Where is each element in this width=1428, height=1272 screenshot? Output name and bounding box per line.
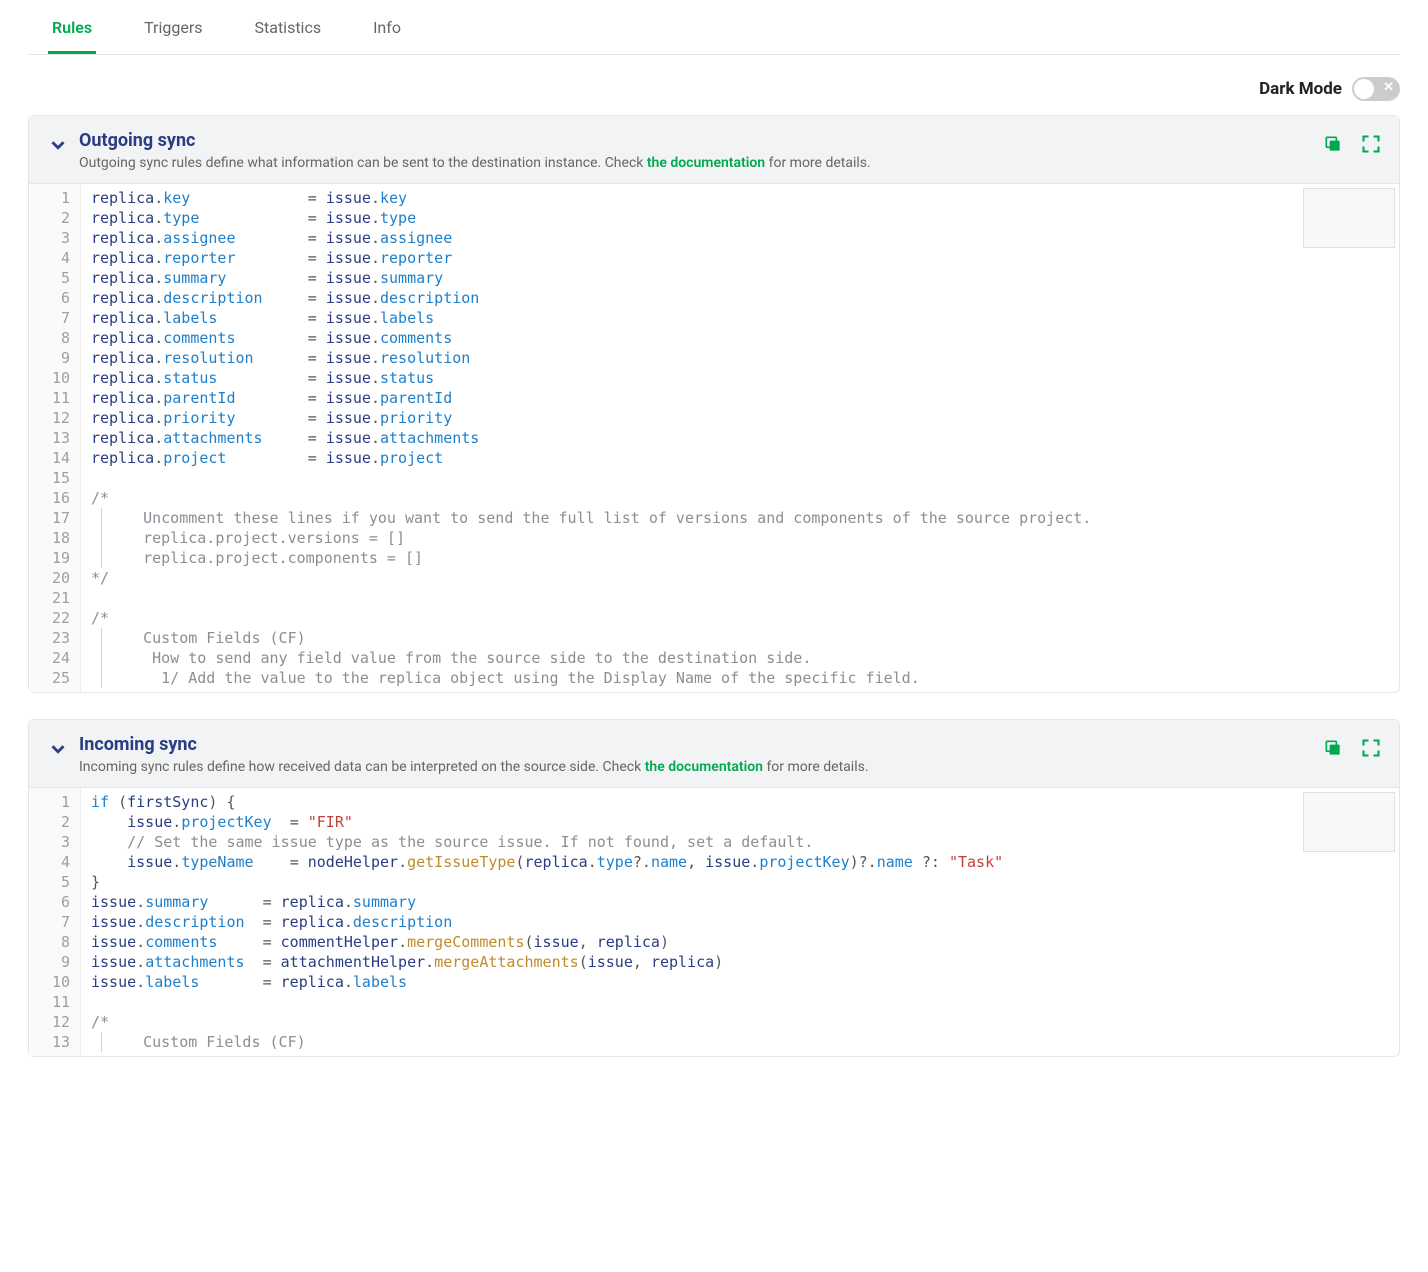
copy-icon[interactable] (1323, 738, 1343, 762)
incoming-panel: Incoming sync Incoming sync rules define… (28, 719, 1400, 1057)
tab-rules[interactable]: Rules (48, 4, 96, 54)
incoming-gutter: 12345678910111213 (29, 788, 81, 1056)
outgoing-desc: Outgoing sync rules define what informat… (79, 155, 1323, 171)
outgoing-title: Outgoing sync (79, 130, 1323, 151)
tab-bar: Rules Triggers Statistics Info (28, 4, 1400, 55)
incoming-desc: Incoming sync rules define how received … (79, 759, 1323, 775)
outgoing-editor[interactable]: 1234567891011121314151617181920212223242… (29, 184, 1399, 692)
minimap[interactable] (1303, 792, 1395, 852)
incoming-code[interactable]: if (firstSync) { issue.projectKey = "FIR… (81, 788, 1399, 1056)
incoming-editor[interactable]: 12345678910111213 if (firstSync) { issue… (29, 788, 1399, 1056)
incoming-title: Incoming sync (79, 734, 1323, 755)
outgoing-doc-link[interactable]: the documentation (647, 155, 765, 171)
close-icon: ✕ (1383, 80, 1394, 95)
outgoing-panel: Outgoing sync Outgoing sync rules define… (28, 115, 1400, 693)
tab-statistics[interactable]: Statistics (251, 4, 326, 54)
chevron-down-icon[interactable] (47, 738, 69, 764)
incoming-panel-header: Incoming sync Incoming sync rules define… (29, 720, 1399, 788)
expand-icon[interactable] (1361, 134, 1381, 158)
tab-triggers[interactable]: Triggers (140, 4, 206, 54)
copy-icon[interactable] (1323, 134, 1343, 158)
darkmode-row: Dark Mode ✕ (28, 77, 1400, 101)
toggle-knob (1354, 79, 1374, 99)
darkmode-label: Dark Mode (1259, 79, 1342, 99)
darkmode-toggle[interactable]: ✕ (1352, 77, 1400, 101)
minimap[interactable] (1303, 188, 1395, 248)
incoming-doc-link[interactable]: the documentation (645, 759, 763, 775)
outgoing-panel-header: Outgoing sync Outgoing sync rules define… (29, 116, 1399, 184)
chevron-down-icon[interactable] (47, 134, 69, 160)
expand-icon[interactable] (1361, 738, 1381, 762)
tab-info[interactable]: Info (369, 4, 405, 54)
outgoing-code[interactable]: replica.key = issue.keyreplica.type = is… (81, 184, 1399, 692)
outgoing-gutter: 1234567891011121314151617181920212223242… (29, 184, 81, 692)
